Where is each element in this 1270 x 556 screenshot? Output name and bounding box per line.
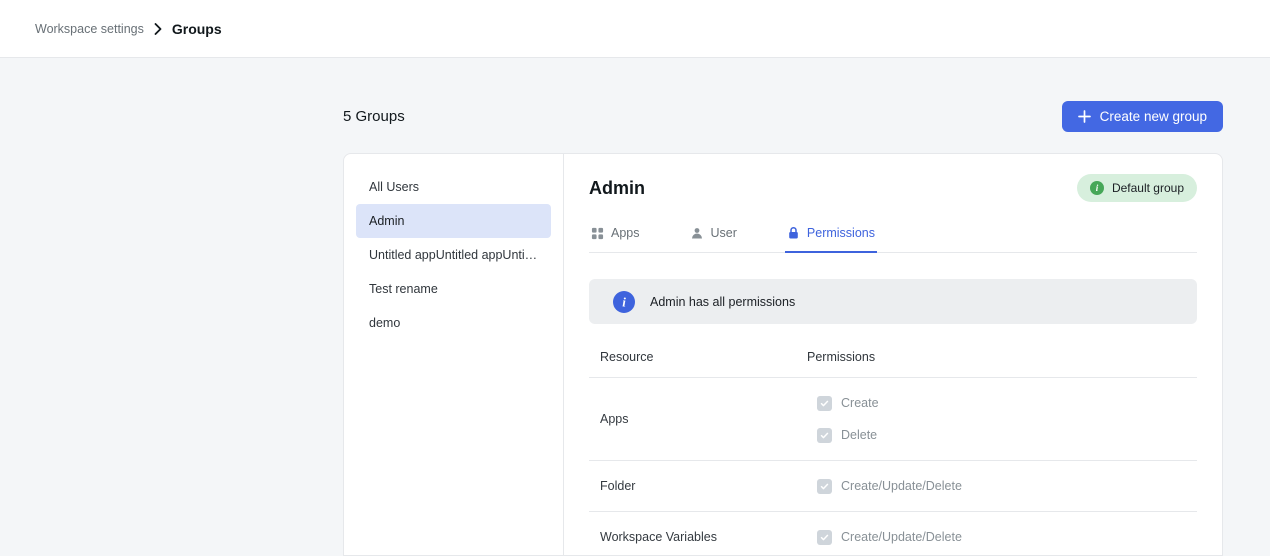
checkbox-checked-icon[interactable] [817, 479, 832, 494]
permissions-table: Resource Permissions Apps Create [589, 324, 1197, 556]
plus-icon [1078, 110, 1091, 123]
tab-permissions[interactable]: Permissions [785, 220, 877, 253]
group-list: All Users Admin Untitled appUntitled app… [344, 154, 564, 555]
checkbox-checked-icon[interactable] [817, 396, 832, 411]
permission-label: Create [841, 396, 879, 410]
table-row-folder: Folder Create/Update/Delete [589, 461, 1197, 512]
resource-name: Folder [589, 479, 807, 493]
sidebar-item-label: Untitled appUntitled appUntitle… [369, 248, 538, 262]
workspace-settings-groups-page: Workspace settings Groups 5 Groups Creat… [0, 0, 1270, 555]
permission-apps-create: Create [807, 388, 1197, 418]
sidebar-item-untitled-app[interactable]: Untitled appUntitled appUntitle… [356, 238, 551, 272]
breadcrumb: Workspace settings Groups [35, 21, 222, 37]
column-header-resource: Resource [589, 350, 807, 364]
info-green-icon: i [1090, 181, 1104, 195]
sidebar-item-label: All Users [369, 180, 419, 194]
topbar: Workspace settings Groups [0, 0, 1270, 58]
permission-label: Create/Update/Delete [841, 479, 962, 493]
tab-apps[interactable]: Apps [589, 220, 642, 253]
create-new-group-label: Create new group [1100, 109, 1207, 124]
detail-head: Admin i Default group [589, 170, 1197, 206]
banner-text: Admin has all permissions [650, 295, 795, 309]
tab-user[interactable]: User [688, 220, 739, 253]
sidebar-item-demo[interactable]: demo [356, 306, 551, 340]
breadcrumb-groups: Groups [172, 21, 222, 37]
permission-apps-delete: Delete [807, 420, 1197, 450]
sidebar-item-label: Admin [369, 214, 404, 228]
table-row-apps: Apps Create Delete [589, 378, 1197, 461]
permission-label: Delete [841, 428, 877, 442]
sidebar-item-admin[interactable]: Admin [356, 204, 551, 238]
info-icon: i [613, 291, 635, 313]
sidebar-item-label: Test rename [369, 282, 438, 296]
table-row-workspace-variables: Workspace Variables Create/Update/Delete [589, 512, 1197, 556]
permission-label: Create/Update/Delete [841, 530, 962, 544]
tab-permissions-label: Permissions [807, 226, 875, 240]
create-new-group-button[interactable]: Create new group [1062, 101, 1223, 132]
groups-count-label: 5 Groups [343, 108, 405, 125]
checkbox-checked-icon[interactable] [817, 428, 832, 443]
chevron-right-icon [154, 23, 162, 35]
default-group-badge: i Default group [1077, 174, 1197, 202]
breadcrumb-workspace-settings[interactable]: Workspace settings [35, 22, 144, 36]
page-head: 5 Groups Create new group [343, 101, 1223, 132]
groups-card: All Users Admin Untitled appUntitled app… [343, 153, 1223, 556]
permission-workspace-variables-cud: Create/Update/Delete [807, 522, 1197, 552]
tab-bar: Apps User Permissions [589, 220, 1197, 253]
sidebar-item-test-rename[interactable]: Test rename [356, 272, 551, 306]
lock-icon [787, 226, 800, 240]
table-header-row: Resource Permissions [589, 324, 1197, 378]
tab-apps-label: Apps [611, 226, 640, 240]
default-group-badge-label: Default group [1112, 181, 1184, 195]
permissions-info-banner: i Admin has all permissions [589, 279, 1197, 324]
group-detail: Admin i Default group Apps [564, 154, 1222, 555]
resource-name: Apps [589, 412, 807, 426]
permission-folder-cud: Create/Update/Delete [807, 471, 1197, 501]
sidebar-item-all-users[interactable]: All Users [356, 170, 551, 204]
group-title: Admin [589, 178, 645, 199]
tab-user-label: User [711, 226, 737, 240]
sidebar-item-label: demo [369, 316, 400, 330]
user-icon [690, 227, 704, 240]
apps-grid-icon [591, 227, 604, 240]
svg-text:i: i [622, 294, 626, 309]
column-header-permissions: Permissions [807, 350, 1197, 364]
resource-name: Workspace Variables [589, 530, 807, 544]
checkbox-checked-icon[interactable] [817, 530, 832, 545]
